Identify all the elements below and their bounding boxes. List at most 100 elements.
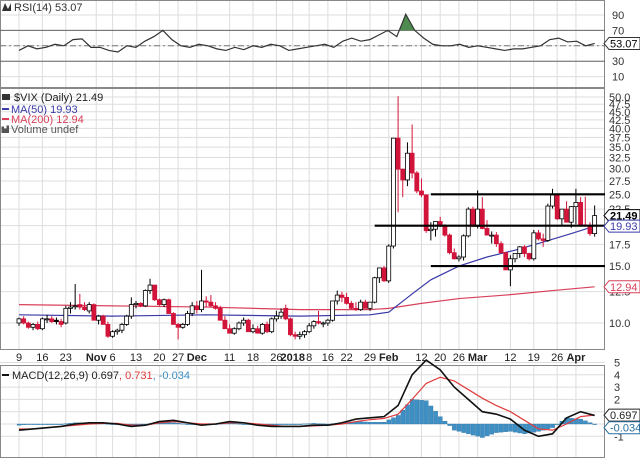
candle [124,314,130,326]
candle [545,203,551,243]
candle-body [175,324,181,328]
macd-histogram-bar [550,423,555,428]
candle-body [142,290,148,307]
candle-body [259,324,265,334]
macd-value-tag-text: 0.697 [610,410,638,422]
candle-body [559,208,565,220]
rsi-tick-label: 90 [612,10,624,22]
candle-body [442,225,448,236]
macd-histogram-bar [49,423,55,425]
macd-histogram-bar [171,422,176,425]
candle-body [292,334,298,337]
macd-histogram-bar [283,423,289,425]
macd-histogram-bar [175,423,181,425]
date-label: 27 [172,352,184,364]
candle [531,229,537,261]
candle-body [21,318,27,324]
rsi-tick-label: 10 [612,72,624,84]
candle [63,305,69,325]
candle-body [189,305,195,314]
candle-body [348,302,354,309]
candle-body [63,307,69,324]
date-label: Nov [86,352,108,364]
rsi-tick-label: 70 [612,25,624,37]
macd-histogram-bar [419,400,424,425]
candle-body [376,267,382,279]
candle-body [96,315,101,321]
candle-body [255,328,261,334]
candle-body [330,300,335,321]
candle-body [470,208,476,227]
candle-body [489,234,495,237]
candle-body [316,321,321,324]
candle-body [545,205,551,241]
macd-histogram-bar [386,419,392,425]
candle-body [587,225,593,235]
date-label: 26 [551,352,563,364]
candle [166,298,172,314]
macd-histogram-bar [466,423,471,434]
candle-body [386,245,392,282]
date-label: 6 [110,352,116,364]
macd-histogram-bar [292,423,298,425]
macd-legend-hist: , -0.034 [153,370,190,382]
candle-body [152,284,158,301]
macd-histogram-bar [311,423,317,425]
candle [465,207,471,238]
date-label: Apr [566,352,586,364]
candle-body [86,304,92,312]
candle-body [428,228,434,232]
macd-histogram-bar [452,423,457,431]
macd-histogram-bar [395,415,401,425]
candle-body [30,324,36,328]
date-label: 13 [130,352,142,364]
candle [423,194,429,233]
candle-body [161,299,167,306]
date-label: 8 [306,352,312,364]
candle-body [124,315,130,325]
candle-body [353,307,359,311]
candle-body [49,318,55,323]
candle [91,303,97,321]
candle-body [288,318,293,336]
macd-histogram-bar [35,423,41,425]
candle-body [91,304,97,321]
macd-histogram-bar [414,399,420,425]
candle-body [447,234,452,254]
candle-body [231,328,237,334]
candle-body [400,168,406,181]
price-tick-label: 10.0 [609,318,630,330]
candle-body [573,202,579,208]
macd-legend: MACD(12,26,9) 0.697, 0.731, -0.034 [12,370,190,382]
candle-body [507,258,513,271]
date-label: 20 [434,352,446,364]
candle-body [227,328,233,334]
price-tick-label: 17.5 [609,239,630,251]
macd-hist-tag-text: -0.034 [610,423,640,435]
candle [470,206,476,228]
candle [269,317,275,334]
candle-body [320,322,326,325]
candle-body [297,334,303,337]
date-label: Feb [379,352,399,364]
macd-tick-label: 3 [614,382,620,394]
date-label: 2018 [281,352,305,364]
macd-histogram-bar [489,423,495,435]
ma50-price-tag-text: 19.93 [610,221,638,233]
candle-body [306,325,312,333]
macd-histogram-bar [442,420,448,425]
candle-body [578,202,583,226]
ma200-price-tag-text: 12.94 [610,282,638,294]
candle-body [77,304,83,308]
candle-body [540,238,546,241]
date-label: 16 [36,352,48,364]
candle-body [568,206,574,223]
candle [330,300,335,322]
candle [288,317,293,337]
candle-body [344,296,350,304]
date-label: 18 [247,352,259,364]
candle-body [25,322,31,328]
date-label: 12 [504,352,516,364]
macd-histogram-bar [480,423,485,438]
candle-body [68,306,73,309]
